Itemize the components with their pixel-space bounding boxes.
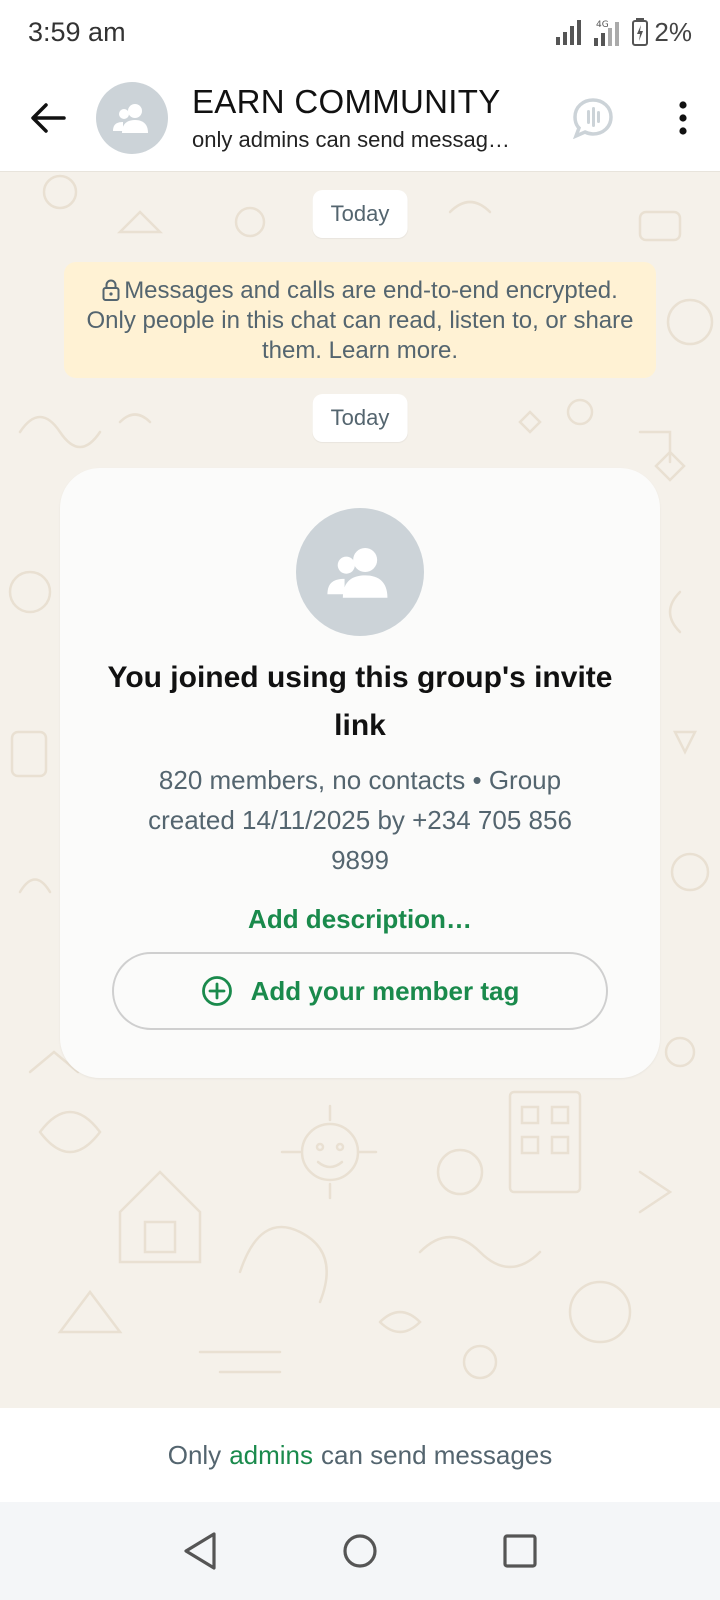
- add-member-tag-button[interactable]: Add your member tag: [112, 952, 608, 1030]
- nav-home-button[interactable]: [330, 1521, 390, 1581]
- admin-only-suffix: can send messages: [321, 1439, 553, 1470]
- header-actions: [558, 64, 720, 172]
- group-meta-info: 820 members, no contacts • Group created…: [148, 765, 572, 875]
- svg-text:4G: 4G: [596, 20, 609, 30]
- back-arrow-icon: [31, 102, 66, 133]
- chat-title: EARN COMMUNITY: [192, 82, 501, 120]
- group-avatar-icon: [113, 103, 148, 133]
- group-avatar-large[interactable]: [296, 508, 424, 636]
- signal-icon: [556, 20, 582, 45]
- home-circle-icon: [343, 1534, 377, 1568]
- voice-chat-button[interactable]: [558, 83, 628, 153]
- voice-chat-icon: [573, 98, 613, 139]
- more-vert-icon: [679, 101, 687, 135]
- battery-percent: 2%: [654, 16, 692, 47]
- status-time: 3:59 am: [28, 16, 126, 47]
- signal-4g-icon: 4G: [594, 20, 620, 46]
- battery-icon: [632, 18, 649, 46]
- recents-square-icon: [503, 1534, 537, 1568]
- status-indicators: 4G 2%: [556, 17, 692, 48]
- status-bar: 3:59 am 4G 2%: [0, 0, 720, 64]
- admin-only-bar: Only admins can send messages: [0, 1408, 720, 1502]
- chat-subtitle: only admins can send messag…: [192, 126, 510, 152]
- group-avatar[interactable]: [96, 81, 168, 154]
- header-text[interactable]: EARN COMMUNITY only admins can send mess…: [192, 83, 542, 153]
- encryption-notice[interactable]: Messages and calls are end-to-end encryp…: [64, 262, 656, 378]
- add-circle-icon: [201, 976, 232, 1006]
- lock-icon: [102, 279, 120, 301]
- back-triangle-icon: [184, 1532, 216, 1570]
- date-chip: Today: [312, 190, 408, 238]
- admin-only-prefix: Only: [167, 1439, 222, 1470]
- chat-header: EARN COMMUNITY only admins can send mess…: [0, 64, 720, 172]
- system-nav-bar: [0, 1502, 720, 1600]
- date-chip: Today: [312, 394, 408, 442]
- group-info-card: You joined using this group's invite lin…: [60, 468, 660, 1078]
- add-description-link[interactable]: Add description…: [60, 904, 660, 935]
- nav-back-button[interactable]: [170, 1521, 230, 1581]
- back-button[interactable]: [0, 64, 96, 172]
- add-member-tag-label: Add your member tag: [250, 975, 520, 1006]
- nav-recents-button[interactable]: [490, 1521, 550, 1581]
- chat-area[interactable]: Today Messages and calls are end-to-end …: [0, 172, 720, 1408]
- encryption-notice-text: Messages and calls are end-to-end encryp…: [86, 277, 634, 364]
- invite-joined-title: You joined using this group's invite lin…: [107, 661, 613, 742]
- admins-link[interactable]: admins: [229, 1440, 313, 1471]
- group-avatar-icon: [327, 548, 388, 598]
- more-options-button[interactable]: [658, 83, 708, 153]
